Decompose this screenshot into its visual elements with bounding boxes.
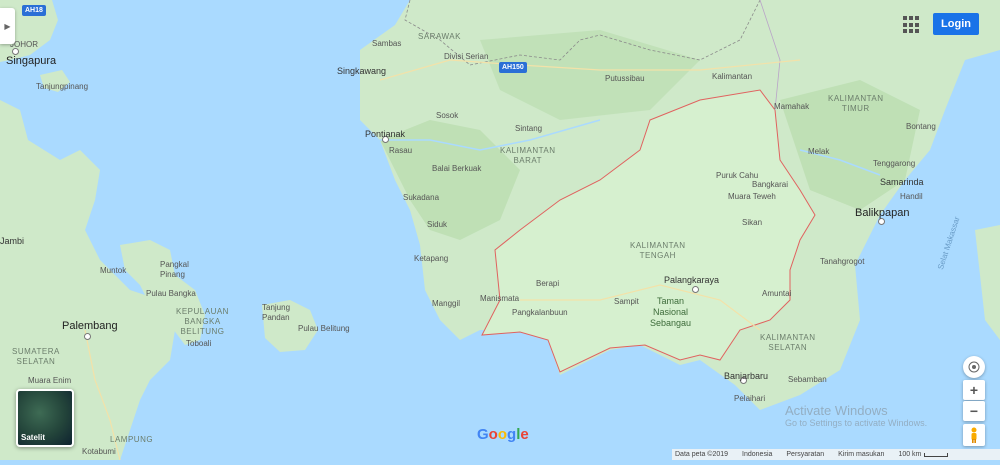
label-mamahak: Mamahak xyxy=(774,102,810,111)
google-logo-letter: G xyxy=(477,426,489,443)
label-tanjung-pandan: Tanjung Pandan xyxy=(262,303,291,322)
google-logo: Google xyxy=(477,426,529,443)
label-kalimantan-tengah: KALIMANTAN TENGAH xyxy=(630,241,686,260)
feedback-link[interactable]: Kirim masukan xyxy=(838,451,884,458)
watermark-title: Activate Windows xyxy=(785,403,888,418)
city-dot-palembang xyxy=(84,333,91,340)
label-ketapang: Ketapang xyxy=(414,254,449,263)
label-sarawak: SARAWAK xyxy=(418,32,461,41)
label-singapura: Singapura xyxy=(6,55,57,67)
label-palembang: Palembang xyxy=(62,320,118,332)
apps-grid-icon-cell xyxy=(909,22,913,27)
label-bontang: Bontang xyxy=(906,122,936,131)
watermark-subtitle: Go to Settings to activate Windows. xyxy=(785,418,928,428)
label-berapi: Berapi xyxy=(536,279,560,288)
apps-grid-icon-cell xyxy=(909,29,913,34)
pegman-icon xyxy=(971,427,977,443)
apps-grid-icon-cell xyxy=(903,29,907,34)
label-pulau-belitung: Pulau Belitung xyxy=(298,324,350,333)
apps-grid-icon-cell xyxy=(915,22,919,27)
label-sosok: Sosok xyxy=(436,111,459,120)
label-sebamban: Sebamban xyxy=(788,375,827,384)
label-sambas: Sambas xyxy=(372,39,402,48)
label-taman-nasional-sebangau: Taman Nasional Sebangau xyxy=(650,296,692,328)
chevron-right-icon: ▶ xyxy=(4,21,11,31)
label-banjarbaru: Banjarbaru xyxy=(724,371,769,381)
my-location-icon xyxy=(968,361,980,373)
label-pangkal-pinang: Pangkal Pinang xyxy=(160,260,189,279)
label-muntok: Muntok xyxy=(100,266,127,275)
satellite-layer-toggle[interactable]: Satelit xyxy=(16,389,74,447)
label-balikpapan: Balikpapan xyxy=(855,207,910,219)
label-singkawang: Singkawang xyxy=(337,66,387,76)
apps-grid-icon-cell xyxy=(909,16,913,20)
scale-bar xyxy=(924,452,949,457)
label-melak: Melak xyxy=(808,147,830,156)
city-dot-balikpapan xyxy=(878,218,885,225)
label-tanjungpinang: Tanjungpinang xyxy=(36,82,89,91)
terms-link[interactable]: Persyaratan xyxy=(786,451,824,458)
label-kalimantan: Kalimantan xyxy=(712,72,753,81)
map-footer-bar: Data peta ©2019 Indonesia Persyaratan Ki… xyxy=(672,449,1000,460)
label-sintang: Sintang xyxy=(515,124,543,133)
apps-grid-button[interactable] xyxy=(902,15,922,35)
scale-indicator[interactable]: 100 km xyxy=(898,451,949,458)
apps-grid-icon-cell xyxy=(903,22,907,27)
label-putussibau: Putussibau xyxy=(605,74,645,83)
label-handil: Handil xyxy=(900,192,923,201)
side-panel-toggle[interactable]: ▶ xyxy=(0,8,15,44)
label-lampung: LAMPUNG xyxy=(110,435,154,444)
label-pelaihari: Pelaihari xyxy=(734,394,766,403)
label-manismata: Manismata xyxy=(480,294,520,303)
label-manggil: Manggil xyxy=(432,299,461,308)
route-shield-ah18: AH18 xyxy=(22,5,46,16)
apps-grid-icon-cell xyxy=(915,29,919,34)
login-button[interactable]: Login xyxy=(933,13,979,35)
zoom-out-button[interactable]: − xyxy=(963,401,985,421)
label-jambi: Jambi xyxy=(0,236,25,246)
label-balai-berkuak: Balai Berkuak xyxy=(432,164,482,173)
label-toboali: Toboali xyxy=(186,339,212,348)
google-logo-letter: e xyxy=(520,426,529,443)
windows-activation-watermark: Activate Windows Go to Settings to activ… xyxy=(785,403,927,429)
scale-label: 100 km xyxy=(898,451,922,458)
satellite-label: Satelit xyxy=(21,433,46,442)
label-sikan: Sikan xyxy=(742,218,763,227)
route-shield-ah150: AH150 xyxy=(499,62,527,73)
map-canvas[interactable]: AH18 AH150 JOHOR Singapura Tanjungpinang… xyxy=(0,0,1000,461)
google-logo-letter: g xyxy=(507,426,517,443)
apps-grid-icon-cell xyxy=(903,16,907,20)
label-pangkalan-bun: Pangkalanbuun xyxy=(512,308,568,317)
label-siduk: Siduk xyxy=(427,220,448,229)
label-sukadana: Sukadana xyxy=(403,193,440,202)
label-palangkaraya: Palangkaraya xyxy=(664,275,720,285)
label-amuntai: Amuntai xyxy=(762,289,792,298)
google-logo-letter: o xyxy=(488,426,498,443)
label-samarinda: Samarinda xyxy=(880,177,924,187)
label-tanahgrogot: Tanahgrogot xyxy=(820,257,865,266)
my-location-button[interactable] xyxy=(963,356,985,378)
apps-grid-icon-cell xyxy=(915,16,919,20)
label-kalimantan-selatan: KALIMANTAN SELATAN xyxy=(760,333,816,352)
label-kepulauan-bangka-belitung: KEPULAUAN BANGKA BELITUNG xyxy=(176,307,229,336)
label-pontianak: Pontianak xyxy=(365,129,406,139)
label-kotabumi: Kotabumi xyxy=(82,447,116,456)
map-data-attribution: Data peta ©2019 xyxy=(675,451,729,458)
label-bangkarai: Bangkarai xyxy=(752,180,789,189)
street-view-pegman-button[interactable] xyxy=(963,424,985,446)
region-link[interactable]: Indonesia xyxy=(742,451,772,458)
label-tenggarong: Tenggarong xyxy=(873,159,916,168)
label-divisi-serian: Divisi Serian xyxy=(444,52,489,61)
label-pulau-bangka: Pulau Bangka xyxy=(146,289,196,298)
label-sampit: Sampit xyxy=(614,297,639,306)
label-rasau: Rasau xyxy=(389,146,413,155)
label-muara-enim: Muara Enim xyxy=(28,376,72,385)
label-kalimantan-timur: KALIMANTAN TIMUR xyxy=(828,94,884,113)
google-logo-letter: o xyxy=(497,426,508,443)
city-dot-palangkaraya xyxy=(692,286,699,293)
label-kalimantan-barat: KALIMANTAN BARAT xyxy=(500,146,556,165)
zoom-in-button[interactable]: + xyxy=(963,380,985,400)
label-sumatera-selatan: SUMATERA SELATAN xyxy=(12,347,60,366)
label-muara-teweh: Muara Teweh xyxy=(728,192,776,201)
